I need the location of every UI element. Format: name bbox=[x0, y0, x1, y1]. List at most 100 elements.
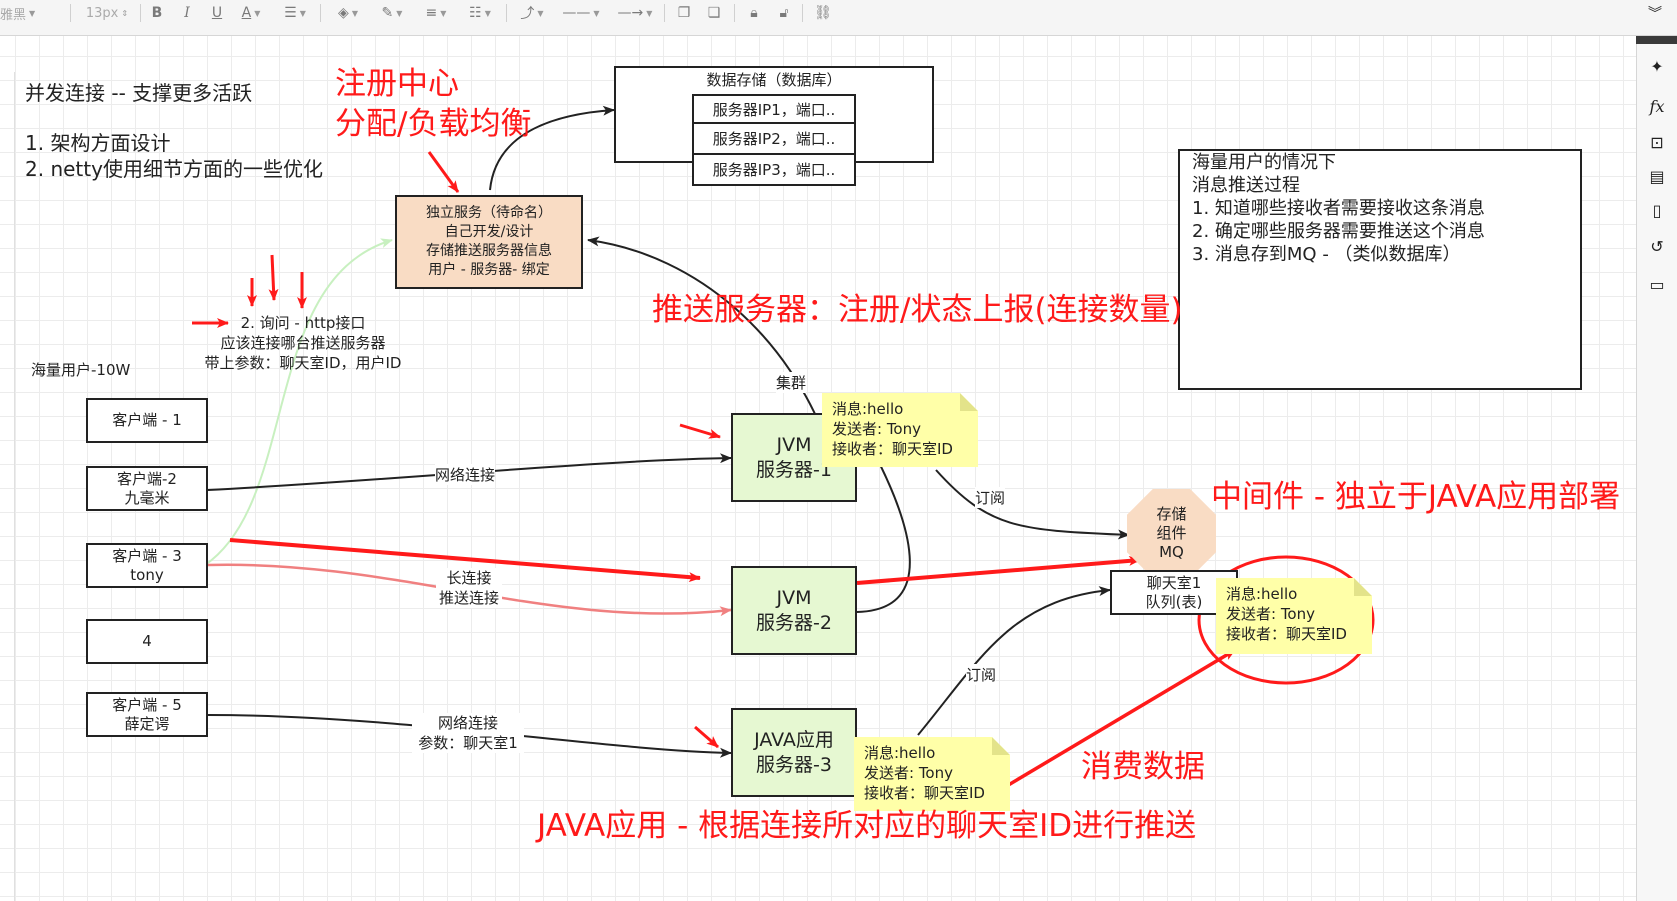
client-sublabel: 薛定谔 bbox=[124, 714, 170, 733]
server-box[interactable]: JAVA应用 服务器-3 bbox=[731, 708, 857, 797]
database-row[interactable]: 服务器IP3，端口.. bbox=[692, 155, 856, 186]
font-size-stepper[interactable]: 13px ⇕ bbox=[80, 0, 134, 26]
formula-icon[interactable]: fx bbox=[1645, 94, 1669, 118]
massive-users-line: 海量用户的情况下 bbox=[1192, 152, 1336, 173]
massive-users-line: 3. 消息存到MQ - （类似数据库） bbox=[1192, 244, 1461, 265]
client-box[interactable]: 客户端-2 九毫米 bbox=[86, 466, 208, 511]
edge-label-network: 网络连接 bbox=[435, 464, 496, 485]
massive-users-box[interactable]: 海量用户的情况下 消息推送过程 1. 知道哪些接收者需要接收这条消息 2. 确定… bbox=[1178, 149, 1582, 390]
lock-icon: 🔒︎ bbox=[750, 5, 758, 21]
align-button[interactable]: ☰ ▼ bbox=[278, 0, 312, 26]
line-end-button[interactable]: —→ ▼ bbox=[612, 0, 658, 26]
page-icon[interactable]: ▯ bbox=[1645, 198, 1669, 222]
bring-front-icon: ❐ bbox=[677, 5, 691, 21]
comment-icon[interactable]: ▭ bbox=[1645, 272, 1669, 296]
unlock-icon: 🔓︎ bbox=[779, 5, 789, 21]
line-start-button[interactable]: —— ▼ bbox=[556, 0, 606, 26]
server-sublabel: 服务器-2 bbox=[756, 611, 832, 634]
queue-label: 聊天室1 bbox=[1146, 573, 1202, 592]
note-line: 消息:hello bbox=[864, 744, 936, 762]
line-width-button[interactable]: ≡ ▼ bbox=[418, 0, 454, 26]
unlock-button[interactable]: 🔓︎ bbox=[772, 0, 796, 26]
annotation-push-server: 推送服务器：注册/状态上报(连接数量) bbox=[652, 292, 1183, 328]
note-line: 接收者：聊天室ID bbox=[832, 440, 953, 458]
font-family-select[interactable]: 雅黑 ▼ bbox=[0, 0, 62, 26]
server-label: JVM bbox=[776, 586, 812, 609]
note-line: 发送者: Tony bbox=[832, 420, 921, 438]
shape-edit-icon[interactable]: ⊡ bbox=[1645, 130, 1669, 154]
client-label: 4 bbox=[142, 632, 152, 650]
link-button[interactable]: ⛓ bbox=[810, 0, 836, 26]
line-dash-icon: ☷ bbox=[469, 5, 482, 21]
mq-octagon[interactable]: 存储 组件 MQ bbox=[1127, 489, 1216, 578]
annotation-java-push: JAVA应用 - 根据连接所对应的聊天室ID进行推送 bbox=[537, 808, 1197, 844]
client-label: 客户端 - 3 bbox=[112, 546, 182, 565]
mq-label: MQ bbox=[1159, 543, 1184, 561]
edge-label-line: 推送连接 bbox=[438, 589, 499, 607]
message-note[interactable]: 消息:hello 发送者: Tony 接收者：聊天室ID bbox=[854, 737, 1010, 811]
server-sublabel: 服务器-1 bbox=[756, 458, 832, 481]
client-label: 客户端-2 bbox=[117, 469, 177, 488]
chevron-down-icon: ▼ bbox=[484, 8, 491, 18]
client-box[interactable]: 客户端 - 3 tony bbox=[86, 543, 208, 588]
history-icon[interactable]: ↺ bbox=[1645, 234, 1669, 258]
edge-label-line: 网络连接 bbox=[437, 714, 498, 732]
service-box-line: 用户 - 服务器- 绑定 bbox=[428, 262, 550, 278]
service-box[interactable]: 独立服务（待命名） 自己开发/设计 存储推送服务器信息 用户 - 服务器- 绑定 bbox=[395, 195, 583, 289]
curve-connector-icon: ⤴ bbox=[520, 6, 535, 22]
send-back-button[interactable]: ❏ bbox=[702, 0, 726, 26]
right-panel-header bbox=[1636, 36, 1677, 44]
underline-button[interactable]: U bbox=[206, 0, 228, 26]
font-color-button[interactable]: A ▼ bbox=[236, 0, 266, 26]
title-line: 2. netty使用细节方面的一些优化 bbox=[25, 157, 323, 181]
navigate-icon[interactable]: ✦ bbox=[1645, 54, 1669, 78]
annotation-middleware: 中间件 - 独立于JAVA应用部署 bbox=[1211, 479, 1621, 515]
italic-button[interactable]: I bbox=[176, 0, 198, 26]
chevron-down-icon: ▼ bbox=[646, 8, 653, 18]
client-box[interactable]: 客户端 - 5 薛定谔 bbox=[86, 692, 208, 737]
collapse-toolbar-button[interactable]: ︾ bbox=[1640, 0, 1670, 26]
toolbar-divider bbox=[802, 4, 803, 22]
align-left-icon: ☰ bbox=[284, 5, 297, 21]
line-dash-button[interactable]: ☷ ▼ bbox=[462, 0, 498, 26]
fill-color-button[interactable]: ◈ ▼ bbox=[330, 0, 366, 26]
database-row[interactable]: 服务器IP2，端口.. bbox=[692, 124, 856, 155]
arrow-end-icon: —→ bbox=[617, 5, 644, 21]
edge-label-line: 长连接 bbox=[446, 569, 492, 587]
font-size-value: 13px bbox=[85, 5, 119, 21]
chevron-down-icon: ▼ bbox=[537, 8, 544, 18]
bring-front-button[interactable]: ❐ bbox=[672, 0, 696, 26]
line-width-icon: ≡ bbox=[425, 5, 438, 21]
note-line: 接收者：聊天室ID bbox=[864, 784, 985, 802]
mq-label: 组件 bbox=[1156, 524, 1187, 542]
note-line: 发送者: Tony bbox=[864, 764, 953, 782]
message-note[interactable]: 消息:hello 发送者: Tony 接收者：聊天室ID bbox=[1216, 578, 1372, 654]
client-label: 客户端 - 1 bbox=[112, 411, 182, 429]
database-row[interactable]: 服务器IP1，端口.. bbox=[692, 94, 856, 124]
pages-icon[interactable]: ▤ bbox=[1645, 164, 1669, 188]
send-back-icon: ❏ bbox=[707, 5, 721, 21]
edge-label-cluster: 集群 bbox=[776, 372, 807, 393]
annotation-consume: 消费数据 bbox=[1081, 749, 1205, 785]
font-family-value: 雅黑 bbox=[0, 7, 27, 23]
title-line: 并发连接 -- 支撑更多活跃 bbox=[25, 81, 253, 105]
bold-button[interactable]: B bbox=[146, 0, 168, 26]
toolbar-divider bbox=[506, 4, 507, 22]
mq-label: 存储 bbox=[1156, 505, 1187, 523]
line-color-button[interactable]: ✎ ▼ bbox=[374, 0, 410, 26]
lock-button[interactable]: 🔒︎ bbox=[742, 0, 766, 26]
client-box[interactable]: 客户端 - 1 bbox=[86, 398, 208, 443]
service-box-line: 独立服务（待命名） bbox=[426, 205, 552, 221]
toolbar: 雅黑 ▼ 13px ⇕ B I U A ▼ ☰ ▼ ◈ ▼ ✎ ▼ ≡ ▼ ☷ ▼ ⤴ ▼ —— ▼… bbox=[0, 0, 1677, 36]
client-box[interactable]: 4 bbox=[86, 619, 208, 664]
message-note[interactable]: 消息:hello 发送者: Tony 接收者：聊天室ID bbox=[822, 393, 978, 467]
server-box[interactable]: JVM 服务器-2 bbox=[731, 566, 857, 655]
connector-style-button[interactable]: ⤴ ▼ bbox=[514, 0, 550, 26]
note-line: 消息:hello bbox=[1226, 585, 1298, 603]
edge-label-long-connection: 长连接 推送连接 bbox=[436, 568, 502, 608]
note-line: 发送者: Tony bbox=[1226, 605, 1315, 623]
query-label-line: 带上参数：聊天室ID，用户ID bbox=[204, 354, 402, 372]
font-color-label: A bbox=[241, 5, 252, 21]
service-box-line: 自己开发/设计 bbox=[444, 224, 534, 240]
massive-users-line: 1. 知道哪些接收者需要接收这条消息 bbox=[1192, 198, 1485, 219]
